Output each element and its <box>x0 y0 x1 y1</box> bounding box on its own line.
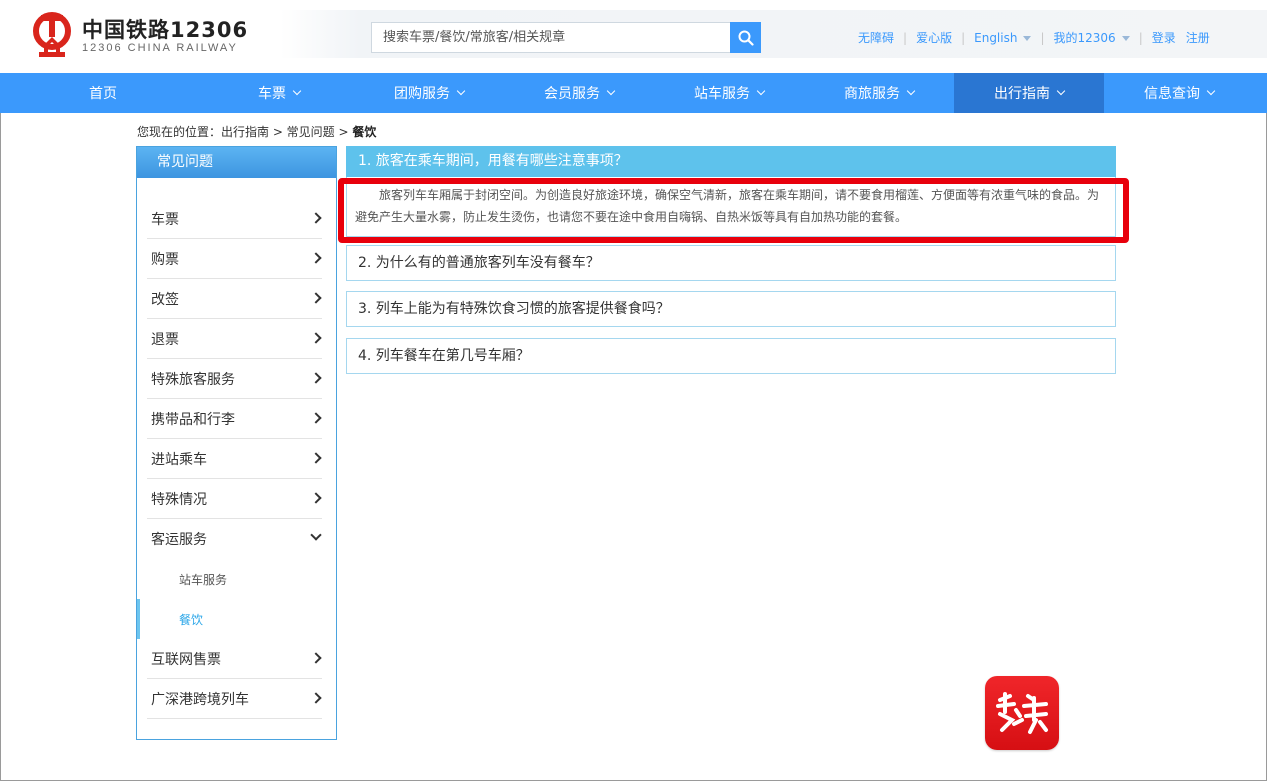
nav-item-guide[interactable]: 出行指南 <box>954 73 1104 113</box>
faq-question-3[interactable]: 3. 列车上能为有特殊饮食习惯的旅客提供餐食吗？ <box>346 291 1116 327</box>
nav-label: 站车服务 <box>694 86 750 102</box>
caret-down-icon <box>1023 35 1032 41</box>
breadcrumb-path: 您现在的位置：出行指南 > 常见问题 > <box>137 125 353 139</box>
sidebar-item-passenger-service[interactable]: 客运服务 <box>147 519 322 559</box>
faq-answer-1: 旅客列车车厢属于封闭空间。为创造良好旅途环境，确保空气清新，旅客在乘车期间，请不… <box>346 177 1116 237</box>
login-link[interactable]: 登录 <box>1152 29 1176 46</box>
sidebar-item-special-passenger[interactable]: 特殊旅客服务 <box>147 359 322 399</box>
nav-item-business[interactable]: 商旅服务 <box>804 73 954 113</box>
my12306-label: 我的12306 <box>1053 31 1116 45</box>
sidebar-item-label: 车票 <box>151 211 179 228</box>
sidebar-item-label: 互联网售票 <box>151 651 221 668</box>
chevron-down-icon <box>1206 86 1216 96</box>
english-link[interactable]: English <box>974 30 1032 45</box>
nav-item-member[interactable]: 会员服务 <box>504 73 654 113</box>
chevron-right-icon <box>310 332 322 344</box>
chevron-down-icon <box>310 529 322 541</box>
top-links: 无障碍 | 爱心版 | English | 我的12306 | 登录 注册 <box>858 29 1210 46</box>
sidebar-item-change[interactable]: 改签 <box>147 279 322 319</box>
caret-down-icon <box>1121 36 1130 41</box>
search-button[interactable] <box>730 22 761 53</box>
divider: | <box>961 30 966 45</box>
faq-sidebar: 常见问题 车票 购票 改签 退票 特殊旅客服务 携带品和行李 进站乘车 特殊情况… <box>136 146 337 740</box>
register-link[interactable]: 注册 <box>1186 29 1210 46</box>
watermark-logo <box>985 676 1059 750</box>
sidebar-item-label: 携带品和行李 <box>151 411 235 428</box>
faq-question-1[interactable]: 1. 旅客在乘车期间，用餐有哪些注意事项？ <box>346 146 1116 177</box>
faq-question-4[interactable]: 4. 列车餐车在第几号车厢？ <box>346 338 1116 374</box>
sidebar-item-purchase[interactable]: 购票 <box>147 239 322 279</box>
nav-item-station[interactable]: 站车服务 <box>654 73 804 113</box>
chevron-down-icon <box>906 86 916 96</box>
chevron-down-icon <box>1056 86 1066 96</box>
sidebar-item-boarding[interactable]: 进站乘车 <box>147 439 322 479</box>
divider: | <box>1040 30 1045 45</box>
chevron-down-icon <box>756 86 766 96</box>
chevron-right-icon <box>310 292 322 304</box>
breadcrumb: 您现在的位置：出行指南 > 常见问题 > 餐饮 <box>137 123 376 140</box>
logo-title: 中国铁路12306 <box>82 18 249 42</box>
sidebar-item-cross-border[interactable]: 广深港跨境列车 <box>147 679 322 719</box>
nav-item-tickets[interactable]: 车票 <box>204 73 354 113</box>
brand-glyph-icon <box>996 692 1048 734</box>
chevron-down-icon <box>292 86 302 96</box>
sidebar-title: 常见问题 <box>137 147 336 178</box>
faq-question-2[interactable]: 2. 为什么有的普通旅客列车没有餐车？ <box>346 245 1116 281</box>
chevron-right-icon <box>310 372 322 384</box>
search-icon <box>738 30 754 46</box>
nav-item-group[interactable]: 团购服务 <box>354 73 504 113</box>
nav-label: 信息查询 <box>1144 86 1200 102</box>
chevron-right-icon <box>310 412 322 424</box>
sidebar-item-luggage[interactable]: 携带品和行李 <box>147 399 322 439</box>
nav-item-home[interactable]: 首页 <box>0 73 204 113</box>
nav-label: 会员服务 <box>544 86 600 102</box>
search-box <box>371 22 761 53</box>
sidebar-item-refund[interactable]: 退票 <box>147 319 322 359</box>
nav-item-info[interactable]: 信息查询 <box>1104 73 1254 113</box>
sidebar-item-special-cases[interactable]: 特殊情况 <box>147 479 322 519</box>
railway-logo-icon[interactable] <box>30 12 74 58</box>
sidebar-subitem-station-service[interactable]: 站车服务 <box>137 559 336 599</box>
divider: | <box>903 30 908 45</box>
chevron-down-icon <box>456 86 466 96</box>
divider: | <box>1138 30 1143 45</box>
site-header: 中国铁路12306 12306 CHINA RAILWAY 无障碍 | 爱心版 … <box>0 0 1267 73</box>
my12306-link[interactable]: 我的12306 <box>1054 29 1130 46</box>
nav-label: 商旅服务 <box>844 86 900 102</box>
nav-label: 车票 <box>258 86 286 102</box>
sidebar-subitem-catering[interactable]: 餐饮 <box>137 599 336 639</box>
chevron-right-icon <box>310 492 322 504</box>
accessibility-link[interactable]: 无障碍 <box>858 29 894 46</box>
english-label: English <box>974 30 1018 45</box>
sidebar-item-label: 改签 <box>151 291 179 308</box>
nav-label: 出行指南 <box>994 86 1050 102</box>
care-mode-link[interactable]: 爱心版 <box>916 29 952 46</box>
sidebar-item-label: 广深港跨境列车 <box>151 691 249 708</box>
chevron-right-icon <box>310 692 322 704</box>
sidebar-item-tickets[interactable]: 车票 <box>147 199 322 239</box>
chevron-down-icon <box>606 86 616 96</box>
chevron-right-icon <box>310 212 322 224</box>
sidebar-list: 车票 购票 改签 退票 特殊旅客服务 携带品和行李 进站乘车 特殊情况 客运服务… <box>137 179 336 719</box>
sidebar-item-online-ticketing[interactable]: 互联网售票 <box>147 639 322 679</box>
chevron-right-icon <box>310 252 322 264</box>
chevron-right-icon <box>310 452 322 464</box>
sidebar-item-label: 特殊旅客服务 <box>151 371 235 388</box>
search-input[interactable] <box>372 23 731 52</box>
breadcrumb-current: 餐饮 <box>352 125 377 139</box>
sidebar-item-label: 退票 <box>151 331 179 348</box>
main-nav: 首页 车票 团购服务 会员服务 站车服务 商旅服务 出行指南 信息查询 <box>0 73 1267 113</box>
sidebar-item-label: 购票 <box>151 251 179 268</box>
sidebar-item-label: 特殊情况 <box>151 491 207 508</box>
sidebar-item-label: 客运服务 <box>151 532 207 548</box>
logo-subtitle: 12306 CHINA RAILWAY <box>82 42 238 54</box>
nav-label: 团购服务 <box>394 86 450 102</box>
sidebar-item-label: 进站乘车 <box>151 451 207 468</box>
chevron-right-icon <box>310 652 322 664</box>
nav-label: 首页 <box>89 86 117 102</box>
